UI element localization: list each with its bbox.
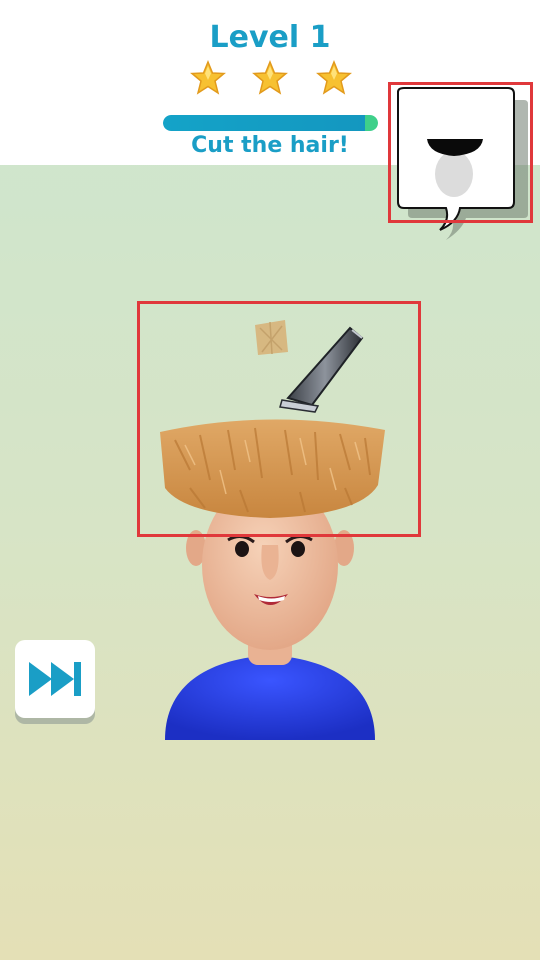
preview-highlight [388,82,533,223]
fast-forward-icon [15,640,95,724]
shirt [165,655,375,740]
skip-level-button[interactable] [15,640,95,724]
hair-cut-highlight [137,301,421,537]
